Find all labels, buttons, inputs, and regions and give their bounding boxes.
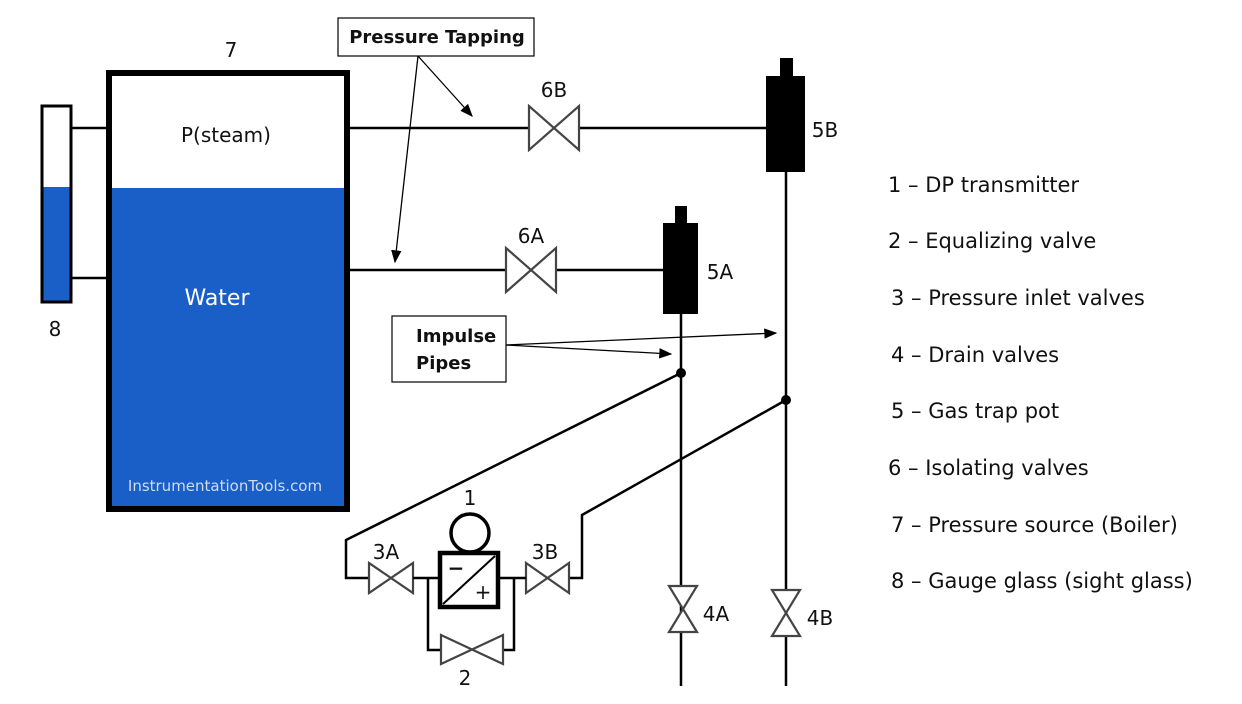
valve-4b-label: 4B (807, 606, 833, 630)
arrow-to-pipe-b (505, 328, 778, 346)
line-to-3b (569, 398, 787, 580)
gas-trap-pot-5b (766, 76, 805, 172)
arrow-to-high-tap (417, 55, 473, 117)
drain-valve-4a[interactable] (667, 584, 699, 634)
valve-6a-label: 6A (518, 224, 545, 248)
pressure-tapping-label: Pressure Tapping (349, 27, 525, 48)
impulse-label-line2: Pipes (416, 353, 471, 374)
valve-3a-label: 3A (373, 540, 400, 564)
isolating-valve-6b[interactable] (527, 103, 581, 153)
isolating-valve-6a[interactable] (504, 245, 558, 295)
valve-3b-label: 3B (532, 540, 558, 564)
legend-item: 5 – Gas trap pot (891, 399, 1059, 423)
steam-label: P(steam) (181, 123, 271, 147)
legend-item: 6 – Isolating valves (888, 456, 1089, 480)
inlet-valve-3a[interactable] (367, 560, 415, 596)
legend-item: 7 – Pressure source (Boiler) (891, 513, 1178, 537)
watermark: InstrumentationTools.com (128, 477, 322, 495)
dp-level-measurement-diagram: 8 7 P(steam) Water InstrumentationTools.… (40, 17, 1193, 690)
equalizing-valve-2[interactable] (439, 633, 505, 666)
valve-4a-label: 4A (703, 602, 730, 626)
valve-6b-label: 6B (541, 78, 567, 102)
drain-valve-4b[interactable] (770, 588, 802, 638)
boiler-number: 7 (225, 38, 238, 62)
dp-plus-sign: + (475, 580, 492, 604)
legend-item: 8 – Gauge glass (sight glass) (891, 569, 1193, 593)
legend-item: 3 – Pressure inlet valves (891, 286, 1145, 310)
legend-item: 1 – DP transmitter (888, 173, 1079, 197)
arrow-to-low-tap (391, 55, 419, 264)
gas-trap-pot-5a (663, 223, 698, 314)
equalizing-number: 2 (459, 666, 472, 690)
legend-item: 4 – Drain valves (891, 343, 1059, 367)
inlet-valve-3b[interactable] (524, 560, 571, 596)
water-label: Water (184, 286, 250, 311)
transmitter-number: 1 (464, 486, 477, 510)
dp-minus-sign: − (448, 556, 465, 580)
gauge-number: 8 (49, 317, 62, 341)
gauge-glass (40, 104, 106, 304)
legend: 1 – DP transmitter 2 – Equalizing valve … (888, 173, 1193, 593)
pot-5a-vent (675, 206, 687, 225)
legend-item: 2 – Equalizing valve (888, 229, 1096, 253)
pot-5b-label: 5B (812, 118, 838, 142)
arrow-to-pipe-a (505, 344, 673, 359)
impulse-label-line1: Impulse (416, 326, 496, 347)
pot-5b-vent (780, 58, 793, 78)
pot-5a-label: 5A (707, 260, 734, 284)
